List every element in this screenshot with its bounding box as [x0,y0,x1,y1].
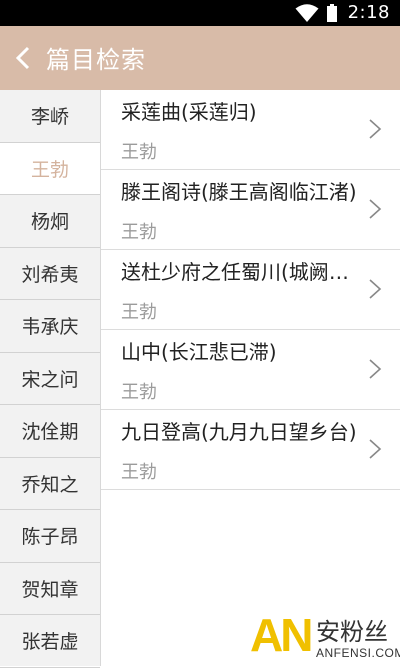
sidebar-item-chenziang[interactable]: 陈子昂 [0,510,100,563]
chevron-right-icon [369,199,382,219]
sidebar-item-shenquanqi[interactable]: 沈佺期 [0,405,100,458]
sidebar-item-zhangruoxu[interactable]: 张若虚 [0,615,100,668]
battery-icon [327,4,337,22]
poem-title: 山中(长江悲已滞) [121,340,277,364]
sidebar-item-liuxiyi[interactable]: 刘希夷 [0,248,100,300]
poem-list: 采莲曲(采莲归) 王勃 滕王阁诗(滕王高阁临江渚) 王勃 送杜少府之任蜀川(城阙… [101,90,400,490]
watermark-logo: AN 安粉丝 ANFENSI.COM [250,606,400,666]
poem-title: 送杜少府之任蜀川(城阙辅三秦) [121,260,366,284]
poem-author: 王勃 [121,382,157,403]
watermark-sub: ANFENSI.COM [316,646,400,660]
status-time: 2:18 [347,2,390,23]
wifi-icon [295,4,319,22]
chevron-right-icon [369,359,382,379]
sidebar-item-weichengqing[interactable]: 韦承庆 [0,300,100,353]
list-item[interactable]: 采莲曲(采莲归) 王勃 [101,90,400,170]
status-bar: 2:18 [0,0,400,26]
poem-author: 王勃 [121,222,157,243]
poem-title: 滕王阁诗(滕王高阁临江渚) [121,180,357,204]
list-item[interactable]: 滕王阁诗(滕王高阁临江渚) 王勃 [101,170,400,250]
sidebar-item-liqiao[interactable]: 李峤 [0,90,100,143]
list-item[interactable]: 山中(长江悲已滞) 王勃 [101,330,400,410]
page-title: 篇目检索 [46,46,146,74]
poem-author: 王勃 [121,462,157,483]
chevron-right-icon [369,279,382,299]
chevron-right-icon [369,439,382,459]
poem-title: 九日登高(九月九日望乡台) [121,420,357,444]
poem-title: 采莲曲(采莲归) [121,100,257,124]
poem-author: 王勃 [121,302,157,323]
chevron-right-icon [369,119,382,139]
header: 篇目检索 [0,26,400,90]
sidebar-item-qiaozhizhi[interactable]: 乔知之 [0,458,100,510]
sidebar-item-hezhizhang[interactable]: 贺知章 [0,563,100,615]
sidebar-item-songzhiwen[interactable]: 宋之问 [0,353,100,405]
sidebar-item-wangbo[interactable]: 王勃 [0,142,100,195]
list-item[interactable]: 送杜少府之任蜀川(城阙辅三秦) 王勃 [101,250,400,330]
sidebar: 李峤 王勃 杨炯 刘希夷 韦承庆 宋之问 沈佺期 乔知之 陈子昂 贺知章 张若虚 [0,90,100,668]
list-item[interactable]: 九日登高(九月九日望乡台) 王勃 [101,410,400,490]
chevron-left-icon[interactable] [10,42,38,74]
poem-author: 王勃 [121,142,157,163]
watermark-big: AN [250,609,313,661]
sidebar-item-yangjiong[interactable]: 杨炯 [0,195,100,248]
watermark-cn: 安粉丝 [316,618,388,646]
